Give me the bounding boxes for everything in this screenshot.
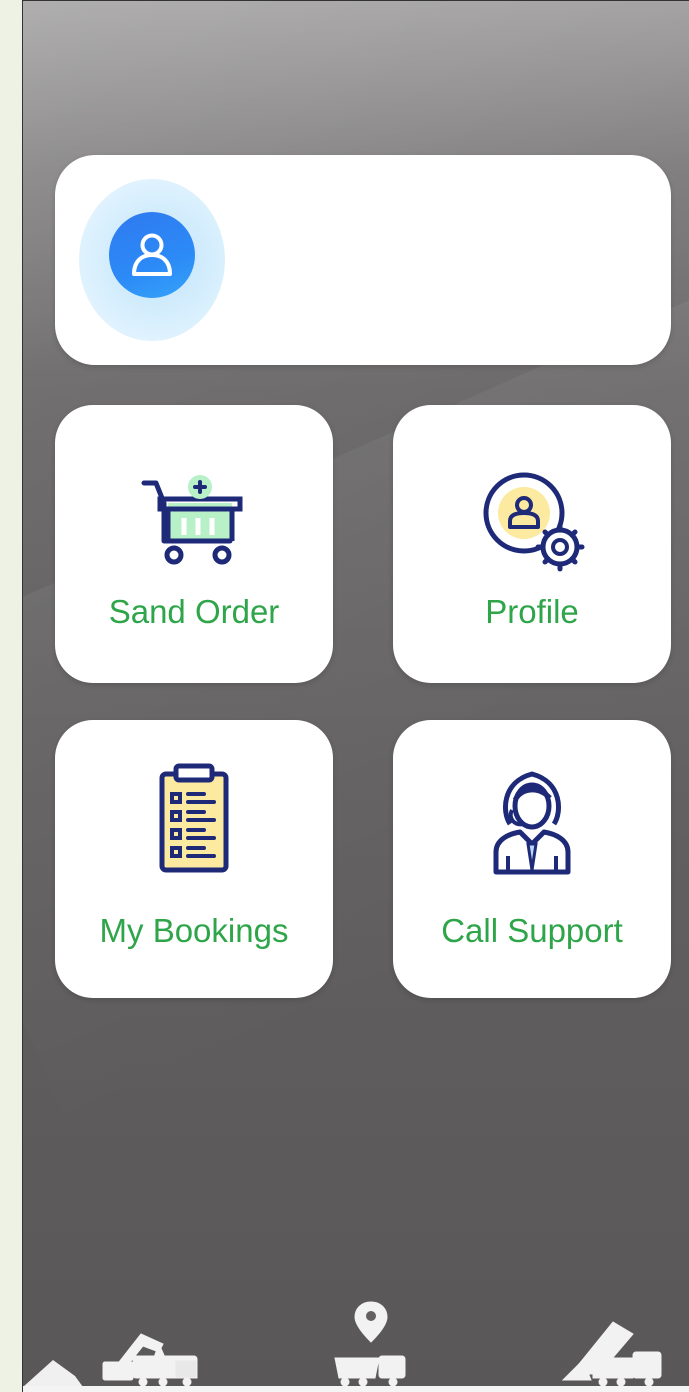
- avatar[interactable]: [109, 212, 195, 298]
- excavator-truck-icon: [102, 1333, 198, 1387]
- sand-order-label: Sand Order: [108, 593, 280, 630]
- location-pin-truck-icon: [334, 1301, 406, 1387]
- user-avatar-icon: [132, 233, 172, 276]
- dump-truck-icon: [561, 1321, 662, 1387]
- cart-add-icon: [141, 475, 243, 565]
- left-margin: [0, 0, 22, 1391]
- footer-line: [23, 1386, 689, 1392]
- app-screen: Sand Order Profile My Bookings Call Supp…: [22, 0, 689, 1392]
- profile-settings-icon: [483, 472, 585, 572]
- sand-pile-icon: [23, 1360, 83, 1387]
- user-card[interactable]: [55, 155, 671, 365]
- sand-order-tile[interactable]: Sand Order: [55, 405, 333, 683]
- profile-tile[interactable]: Profile: [393, 405, 671, 683]
- call-support-label: Call Support: [441, 912, 623, 949]
- my-bookings-tile[interactable]: My Bookings: [55, 720, 333, 998]
- call-support-tile[interactable]: Call Support: [393, 720, 671, 998]
- support-agent-icon: [493, 771, 571, 875]
- footer-illustration: [23, 1282, 689, 1392]
- clipboard-list-icon: [159, 763, 229, 873]
- my-bookings-label: My Bookings: [99, 912, 289, 949]
- profile-label: Profile: [485, 593, 579, 630]
